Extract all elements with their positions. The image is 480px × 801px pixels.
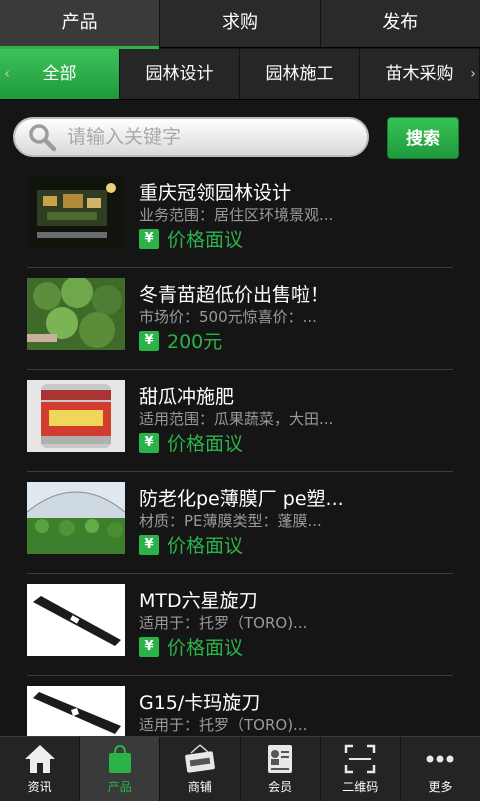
- product-description: 适用范围：瓜果蔬菜，大田...: [139, 410, 334, 428]
- nav-news[interactable]: 资讯: [0, 737, 81, 801]
- nav-shops[interactable]: 商铺: [160, 737, 241, 801]
- chevron-left-icon[interactable]: ‹: [0, 49, 14, 99]
- nav-members[interactable]: 会员: [241, 737, 321, 801]
- nav-label: 更多: [428, 780, 453, 794]
- price-row: ¥ 价格面议: [139, 429, 243, 456]
- nav-products[interactable]: 产品: [80, 737, 161, 801]
- list-item[interactable]: MTD六星旋刀 适用于：托罗（TORO)... ¥ 价格面议: [0, 574, 480, 676]
- product-title: MTD六星旋刀: [139, 590, 258, 612]
- category-garden-construction[interactable]: 园林施工: [240, 49, 360, 99]
- price-row: ¥ 200元: [139, 327, 222, 354]
- bottom-nav: 资讯 产品 商铺 会员 二维码 更多: [0, 736, 480, 801]
- yen-icon: ¥: [139, 432, 159, 453]
- chevron-right-icon[interactable]: ›: [466, 49, 480, 99]
- list-item[interactable]: 重庆冠领园林设计 业务范围：居住区环境景观... ¥ 价格面议: [0, 166, 480, 268]
- product-thumbnail: [27, 278, 125, 350]
- top-tab-bar: 产品 求购 发布: [0, 0, 480, 49]
- product-description: 业务范围：居住区环境景观...: [139, 206, 334, 224]
- home-icon: [23, 743, 57, 775]
- shopping-bag-icon: [103, 743, 137, 775]
- yen-icon: ¥: [139, 534, 159, 555]
- search-button[interactable]: 搜索: [387, 117, 459, 159]
- product-thumbnail: [27, 380, 125, 452]
- nav-more[interactable]: 更多: [401, 737, 480, 801]
- product-price: 200元: [167, 331, 223, 353]
- search-box: [13, 117, 369, 157]
- yen-icon: ¥: [139, 636, 159, 657]
- open-sign-icon: [183, 743, 217, 775]
- nav-label: 产品: [107, 780, 132, 794]
- tab-publish[interactable]: 发布: [321, 0, 480, 47]
- price-row: ¥ 价格面议: [139, 633, 243, 660]
- product-price: 价格面议: [167, 433, 244, 455]
- more-dots-icon: [423, 743, 457, 775]
- price-row: ¥ 价格面议: [139, 225, 243, 252]
- nav-label: 资讯: [27, 780, 52, 794]
- product-title: 冬青苗超低价出售啦！: [139, 284, 330, 306]
- product-thumbnail: [27, 482, 125, 554]
- member-card-icon: [263, 743, 297, 775]
- list-item[interactable]: 冬青苗超低价出售啦！ 市场价：500元惊喜价：... ¥ 200元: [0, 268, 480, 370]
- product-title: 甜瓜冲施肥: [139, 386, 235, 408]
- yen-icon: ¥: [139, 330, 159, 351]
- product-description: 适用于：托罗（TORO)...: [139, 614, 308, 632]
- product-list: 重庆冠领园林设计 业务范围：居住区环境景观... ¥ 价格面议 冬青苗超低价出售…: [0, 166, 480, 778]
- nav-label: 会员: [268, 780, 293, 794]
- list-item[interactable]: 防老化pe薄膜厂 pe塑... 材质：PE薄膜类型：蓬膜... ¥ 价格面议: [0, 472, 480, 574]
- search-icon: [27, 122, 57, 152]
- nav-label: 二维码: [342, 780, 379, 794]
- yen-icon: ¥: [139, 228, 159, 249]
- product-thumbnail: [27, 584, 125, 656]
- product-title: 重庆冠领园林设计: [139, 182, 292, 204]
- nav-label: 商铺: [187, 780, 212, 794]
- tab-products[interactable]: 产品: [0, 0, 161, 49]
- search-input[interactable]: [65, 125, 329, 149]
- product-description: 市场价：500元惊喜价：...: [139, 308, 317, 326]
- category-bar: 全部 园林设计 园林施工 苗木采购 ‹ ›: [0, 49, 480, 100]
- category-all[interactable]: 全部: [0, 49, 120, 99]
- tab-purchase-requests[interactable]: 求购: [160, 0, 321, 47]
- product-price: 价格面议: [167, 229, 244, 251]
- price-row: ¥ 价格面议: [139, 531, 243, 558]
- category-garden-design[interactable]: 园林设计: [120, 49, 240, 99]
- product-description: 材质：PE薄膜类型：蓬膜...: [139, 512, 322, 530]
- nav-qr-code[interactable]: 二维码: [321, 737, 401, 801]
- category-seedling-purchase[interactable]: 苗木采购: [360, 49, 480, 99]
- product-thumbnail: [27, 176, 125, 248]
- product-price: 价格面议: [167, 637, 244, 659]
- list-item[interactable]: 甜瓜冲施肥 适用范围：瓜果蔬菜，大田... ¥ 价格面议: [0, 370, 480, 472]
- product-title: G15/卡玛旋刀: [139, 692, 261, 714]
- product-title: 防老化pe薄膜厂 pe塑...: [139, 488, 344, 510]
- product-price: 价格面议: [167, 535, 244, 557]
- product-description: 适用于：托罗（TORO)...: [139, 716, 308, 734]
- qr-scan-icon: [343, 743, 377, 775]
